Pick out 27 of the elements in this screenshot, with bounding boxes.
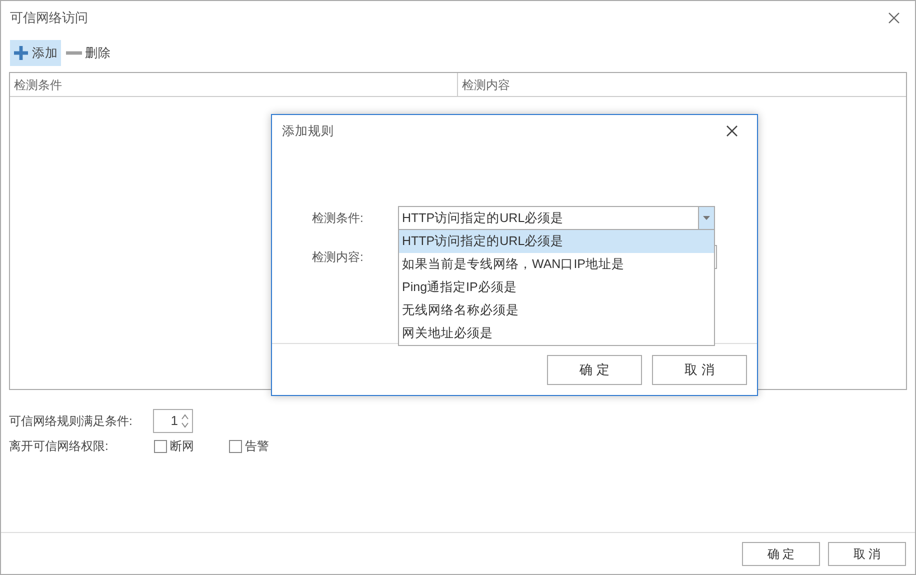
dropdown-option[interactable]: Ping通指定IP必须是 <box>399 276 714 299</box>
dropdown-option[interactable]: 无线网络名称必须是 <box>399 299 714 322</box>
close-button[interactable] <box>725 124 739 138</box>
dropdown-option[interactable]: HTTP访问指定的URL必须是 <box>399 230 714 253</box>
field-label: 检测条件: <box>312 210 364 227</box>
checkbox[interactable]: 告警 <box>229 437 304 455</box>
delete-button[interactable]: 删除 <box>63 40 114 66</box>
window-title: 可信网络访问 <box>10 9 88 28</box>
plus-icon <box>13 45 29 61</box>
dropdown-option[interactable]: 网关地址必须是 <box>399 322 714 345</box>
add-button[interactable]: 添加 <box>10 40 61 66</box>
close-button[interactable] <box>887 11 901 25</box>
number-spinner[interactable]: 1 <box>153 409 193 433</box>
field-label: 检测内容: <box>312 249 364 266</box>
dialog-title: 添加规则 <box>282 122 334 140</box>
dropdown-option[interactable]: 如果当前是专线网络，WAN口IP地址是 <box>399 253 714 276</box>
ok-button[interactable]: 确 定 <box>742 542 820 566</box>
ok-button[interactable]: 确 定 <box>547 354 642 384</box>
cancel-button[interactable]: 取 消 <box>828 542 906 566</box>
checkbox[interactable]: 断网 <box>154 437 229 455</box>
caret-icon <box>703 216 710 220</box>
column-header[interactable]: 检测条件 <box>10 73 458 96</box>
field-label: 离开可信网络权限: <box>9 438 110 455</box>
column-header[interactable]: 检测内容 <box>458 73 906 96</box>
stepper-arrows-icon[interactable] <box>181 413 189 429</box>
field-label: 可信网络规则满足条件: <box>9 413 134 430</box>
cancel-button[interactable]: 取 消 <box>652 354 747 384</box>
